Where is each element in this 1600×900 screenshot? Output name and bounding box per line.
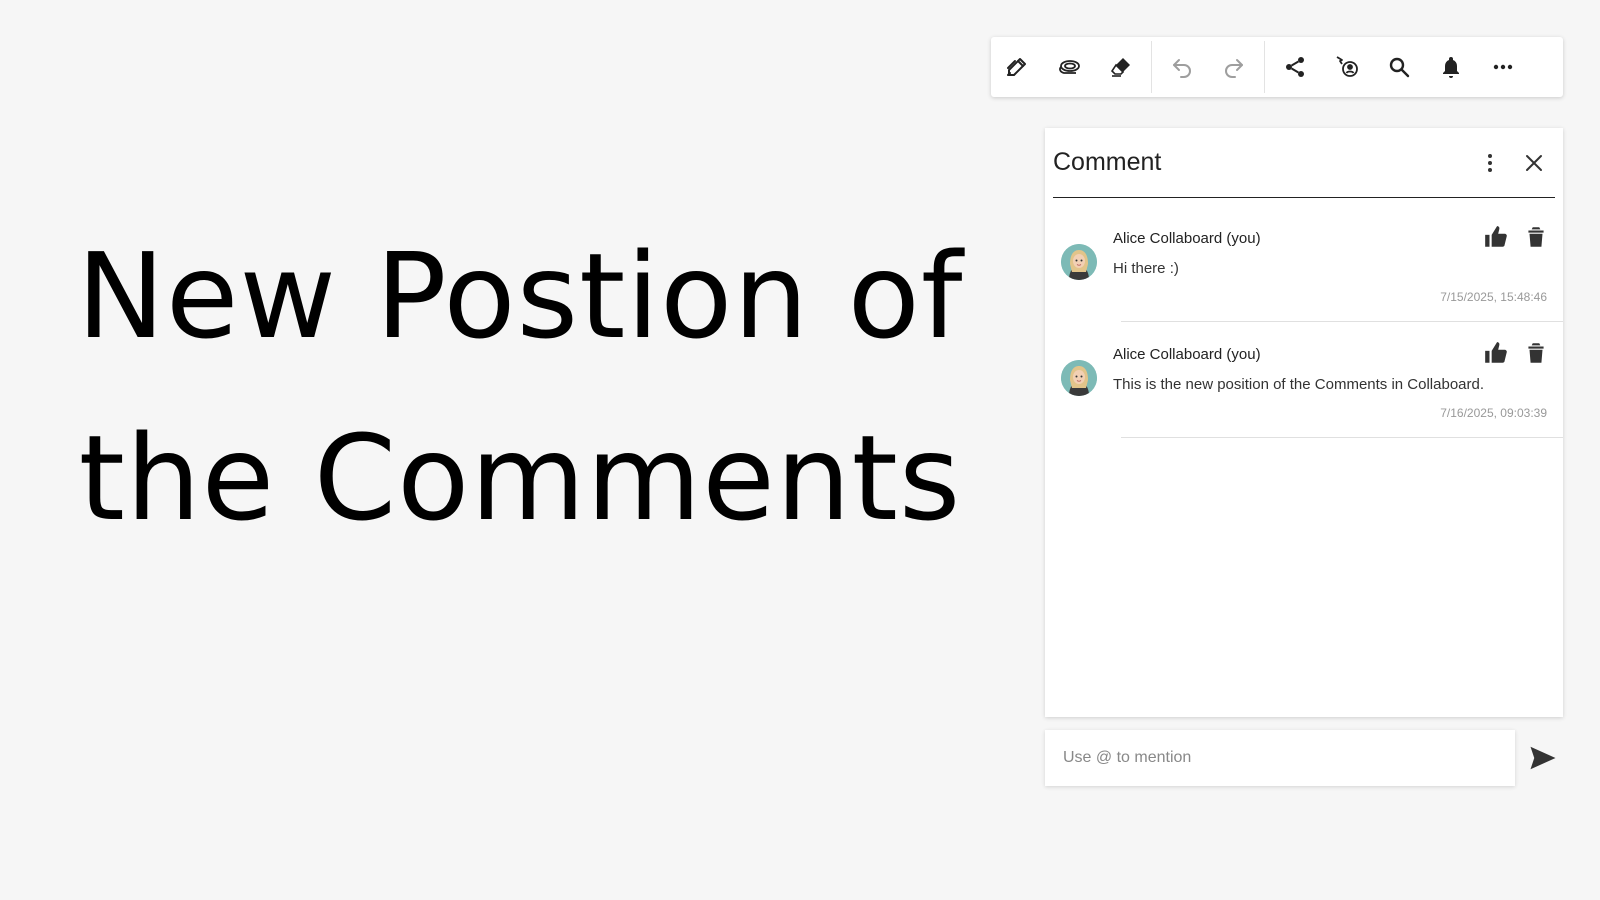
- toolbar-divider: [1151, 41, 1152, 93]
- share-icon: [1286, 57, 1304, 77]
- comment-panel-header: Comment: [1053, 128, 1555, 198]
- follow-presenter-icon: [1336, 56, 1358, 77]
- canvas-heading-line-2: the Comments: [78, 409, 962, 547]
- comment-text: This is the new position of the Comments…: [1113, 376, 1485, 393]
- undo-icon: [1173, 59, 1191, 78]
- eraser-tool-button[interactable]: [1095, 37, 1147, 97]
- comment-timestamp: 7/15/2025, 15:48:46: [1440, 290, 1547, 304]
- panel-title: Comment: [1053, 148, 1162, 176]
- undo-button[interactable]: [1156, 37, 1208, 97]
- comment-divider: [1121, 437, 1563, 438]
- share-button[interactable]: [1269, 37, 1321, 97]
- trash-icon: [1528, 227, 1544, 247]
- comment-author: Alice Collaboard (you): [1113, 230, 1261, 247]
- more-vertical-icon: [1488, 154, 1492, 172]
- thumbs-up-icon: [1485, 342, 1507, 363]
- top-toolbar: [991, 37, 1563, 97]
- pen-edit-icon: [1007, 58, 1026, 76]
- pen-tool-button[interactable]: [991, 37, 1043, 97]
- close-icon: [1526, 155, 1542, 171]
- comment-item: Alice Collaboard (you) Hi there :) 7/15/…: [1045, 206, 1563, 322]
- user-avatar-icon: [1061, 360, 1097, 396]
- panel-menu-button[interactable]: [1477, 150, 1503, 176]
- comment-author: Alice Collaboard (you): [1113, 346, 1261, 363]
- trash-icon: [1528, 343, 1544, 363]
- close-panel-button[interactable]: [1521, 150, 1547, 176]
- like-button[interactable]: [1483, 340, 1509, 366]
- toolbar-divider: [1264, 41, 1265, 93]
- delete-button[interactable]: [1523, 340, 1549, 366]
- thumbs-up-icon: [1485, 226, 1507, 247]
- search-button[interactable]: [1373, 37, 1425, 97]
- like-button[interactable]: [1483, 224, 1509, 250]
- delete-button[interactable]: [1523, 224, 1549, 250]
- send-button[interactable]: [1527, 742, 1559, 774]
- bell-icon: [1443, 57, 1459, 78]
- send-icon: [1530, 746, 1556, 770]
- comment-panel: Comment Alice Collaboard (you) Hi there …: [1045, 128, 1563, 717]
- redo-icon: [1225, 59, 1243, 78]
- canvas-heading-line-1: New Postion of: [76, 227, 964, 365]
- avatar: [1061, 360, 1097, 396]
- avatar: [1061, 244, 1097, 280]
- user-avatar-icon: [1061, 244, 1097, 280]
- more-horizontal-icon: [1493, 64, 1513, 70]
- comment-text: Hi there :): [1113, 260, 1179, 277]
- redo-button[interactable]: [1208, 37, 1260, 97]
- notifications-button[interactable]: [1425, 37, 1477, 97]
- eraser-icon: [1110, 58, 1130, 77]
- comment-input[interactable]: [1045, 730, 1515, 786]
- comment-item: Alice Collaboard (you) This is the new p…: [1045, 322, 1563, 438]
- lasso-icon: [1059, 60, 1080, 74]
- lasso-tool-button[interactable]: [1043, 37, 1095, 97]
- drawing-tools-group: [991, 37, 1147, 97]
- more-options-button[interactable]: [1477, 37, 1529, 97]
- actions-group: [1269, 37, 1529, 97]
- canvas-heading: New Postion of the Comments: [40, 205, 1000, 569]
- search-icon: [1389, 57, 1410, 78]
- comment-timestamp: 7/16/2025, 09:03:39: [1440, 406, 1547, 420]
- follow-presenter-button[interactable]: [1321, 37, 1373, 97]
- history-group: [1156, 37, 1260, 97]
